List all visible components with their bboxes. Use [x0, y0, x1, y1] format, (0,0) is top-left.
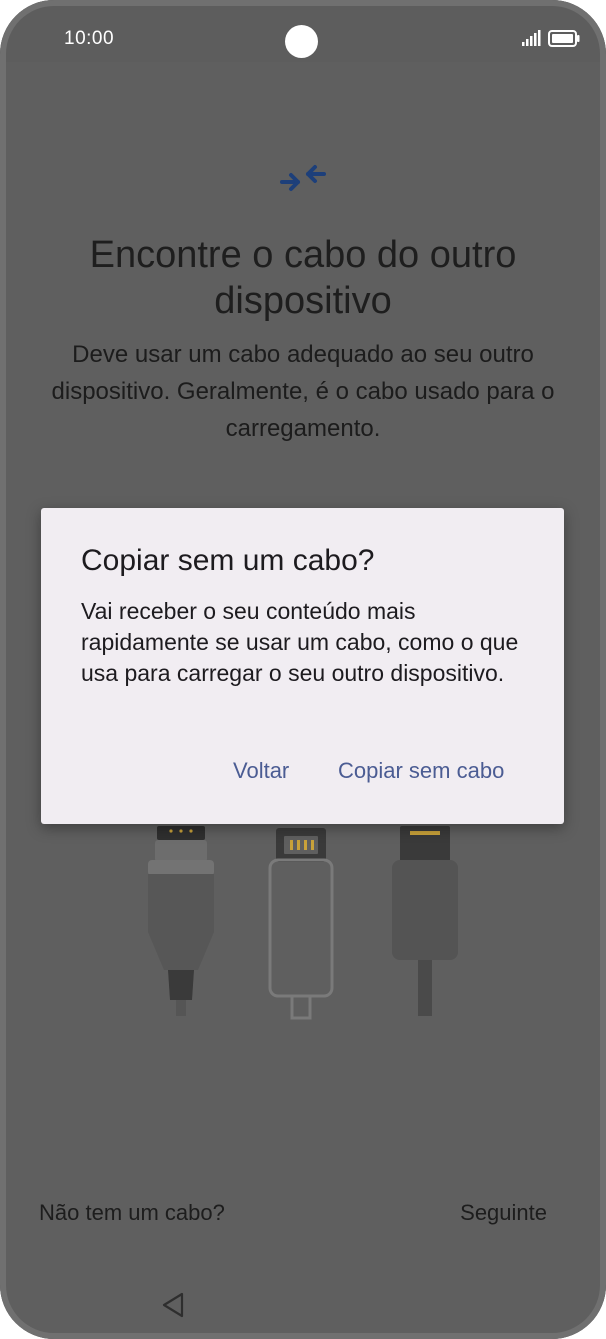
- status-time: 10:00: [64, 28, 115, 49]
- phone-frame: 10:00 Encontre o cabo do outro dispositi…: [0, 0, 606, 1339]
- dialog-back-button[interactable]: Voltar: [233, 758, 289, 784]
- signal-icon: [522, 30, 541, 46]
- copy-without-cable-dialog: Copiar sem um cabo? Vai receber o seu co…: [41, 508, 564, 824]
- page-title: Encontre o cabo do outro dispositivo: [89, 234, 517, 322]
- copy-without-cable-button[interactable]: Copiar sem cabo: [338, 758, 504, 784]
- battery-icon: [548, 30, 580, 47]
- dialog-body: Vai receber o seu conteúdo mais rapidame…: [81, 598, 519, 686]
- cables-illustration: [148, 826, 458, 1020]
- no-cable-button[interactable]: Não tem um cabo?: [39, 1200, 225, 1226]
- status-bar: 10:00: [0, 0, 606, 62]
- page-description: Deve usar um cabo adequado ao seu outro …: [51, 341, 555, 442]
- dialog-title: Copiar sem um cabo?: [81, 544, 375, 577]
- next-button[interactable]: Seguinte: [460, 1200, 547, 1226]
- transfer-arrows-icon: [280, 165, 326, 191]
- front-camera: [285, 25, 318, 58]
- nav-back-icon[interactable]: [160, 1291, 188, 1319]
